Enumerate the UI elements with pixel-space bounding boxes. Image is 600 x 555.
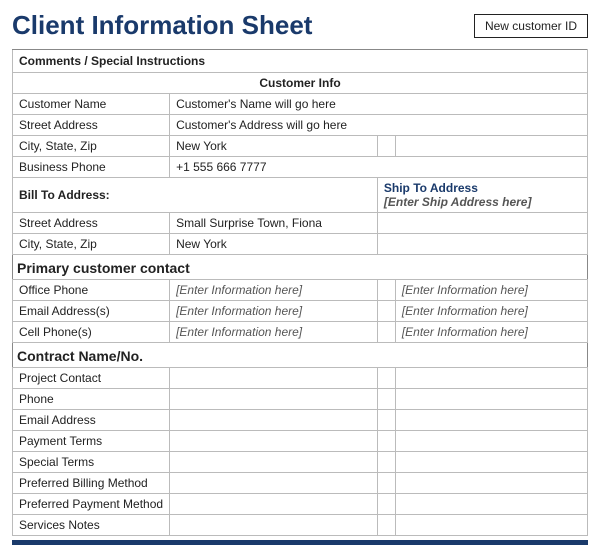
services-notes-val2: [377, 515, 395, 536]
project-contact-val3: [395, 368, 587, 389]
page-title: Client Information Sheet: [12, 10, 312, 41]
business-phone-label: Business Phone: [13, 157, 170, 178]
phone-val1: [170, 389, 378, 410]
city-state-zip-value: New York: [170, 136, 378, 157]
bill-to-label: Bill To Address:: [13, 178, 378, 213]
email-mid: [377, 301, 395, 322]
project-contact-label: Project Contact: [13, 368, 170, 389]
page: Client Information Sheet New customer ID…: [0, 0, 600, 555]
street-address-label: Street Address: [13, 115, 170, 136]
office-phone-mid: [377, 280, 395, 301]
bill-city-value: New York: [170, 234, 378, 255]
preferred-billing-val3: [395, 473, 587, 494]
phone-row: Phone: [13, 389, 588, 410]
preferred-payment-val1: [170, 494, 378, 515]
office-phone-row: Office Phone [Enter Information here] [E…: [13, 280, 588, 301]
business-phone-row: Business Phone +1 555 666 7777: [13, 157, 588, 178]
email-address-val1: [170, 410, 378, 431]
email-col2: [Enter Information here]: [395, 301, 587, 322]
email-address-val3: [395, 410, 587, 431]
project-contact-val2: [377, 368, 395, 389]
street-address-row: Street Address Customer's Address will g…: [13, 115, 588, 136]
cell-phone-mid: [377, 322, 395, 343]
services-notes-val1: [170, 515, 378, 536]
cell-phone-col1: [Enter Information here]: [170, 322, 378, 343]
preferred-payment-val2: [377, 494, 395, 515]
bill-street-row: Street Address Small Surprise Town, Fion…: [13, 213, 588, 234]
preferred-payment-row: Preferred Payment Method: [13, 494, 588, 515]
bill-street-value: Small Surprise Town, Fiona: [170, 213, 378, 234]
email-col1: [Enter Information here]: [170, 301, 378, 322]
special-terms-row: Special Terms: [13, 452, 588, 473]
office-phone-label: Office Phone: [13, 280, 170, 301]
office-phone-col2: [Enter Information here]: [395, 280, 587, 301]
preferred-payment-val3: [395, 494, 587, 515]
city-state-zip-extra2: [395, 136, 587, 157]
cell-phone-row: Cell Phone(s) [Enter Information here] […: [13, 322, 588, 343]
city-state-zip-extra1: [377, 136, 395, 157]
email-address-val2: [377, 410, 395, 431]
city-state-zip-label: City, State, Zip: [13, 136, 170, 157]
payment-terms-val1: [170, 431, 378, 452]
preferred-payment-label: Preferred Payment Method: [13, 494, 170, 515]
street-address-value: Customer's Address will go here: [170, 115, 588, 136]
contract-title-row: Contract Name/No.: [13, 343, 588, 368]
preferred-billing-val2: [377, 473, 395, 494]
email-label: Email Address(s): [13, 301, 170, 322]
business-phone-value: +1 555 666 7777: [170, 157, 588, 178]
ship-to-label: Ship To Address [Enter Ship Address here…: [377, 178, 587, 213]
bill-street-extra: [377, 213, 587, 234]
preferred-billing-row: Preferred Billing Method: [13, 473, 588, 494]
special-terms-label: Special Terms: [13, 452, 170, 473]
email-address-row: Email Address: [13, 410, 588, 431]
customer-info-title: Customer Info: [13, 73, 588, 94]
new-customer-button[interactable]: New customer ID: [474, 14, 588, 38]
project-contact-row: Project Contact: [13, 368, 588, 389]
payment-terms-val2: [377, 431, 395, 452]
phone-val2: [377, 389, 395, 410]
comments-label: Comments / Special Instructions: [13, 50, 588, 73]
services-notes-row: Services Notes: [13, 515, 588, 536]
project-contact-val1: [170, 368, 378, 389]
cell-phone-col2: [Enter Information here]: [395, 322, 587, 343]
bill-city-row: City, State, Zip New York: [13, 234, 588, 255]
header: Client Information Sheet New customer ID: [12, 10, 588, 41]
phone-val3: [395, 389, 587, 410]
preferred-billing-val1: [170, 473, 378, 494]
customer-name-row: Customer Name Customer's Name will go he…: [13, 94, 588, 115]
email-row: Email Address(s) [Enter Information here…: [13, 301, 588, 322]
customer-info-header-row: Customer Info: [13, 73, 588, 94]
city-state-zip-row: City, State, Zip New York: [13, 136, 588, 157]
bill-street-label: Street Address: [13, 213, 170, 234]
ship-to-value: [Enter Ship Address here]: [384, 195, 532, 209]
bill-city-extra: [377, 234, 587, 255]
special-terms-val3: [395, 452, 587, 473]
bill-ship-header-row: Bill To Address: Ship To Address [Enter …: [13, 178, 588, 213]
bill-city-label: City, State, Zip: [13, 234, 170, 255]
contract-title: Contract Name/No.: [13, 343, 588, 368]
preferred-billing-label: Preferred Billing Method: [13, 473, 170, 494]
comments-row: Comments / Special Instructions: [13, 50, 588, 73]
special-terms-val1: [170, 452, 378, 473]
customer-name-value: Customer's Name will go here: [170, 94, 588, 115]
primary-contact-title-row: Primary customer contact: [13, 255, 588, 280]
bottom-bar: [12, 540, 588, 545]
special-terms-val2: [377, 452, 395, 473]
services-notes-label: Services Notes: [13, 515, 170, 536]
payment-terms-row: Payment Terms: [13, 431, 588, 452]
primary-contact-title: Primary customer contact: [13, 255, 588, 280]
payment-terms-val3: [395, 431, 587, 452]
customer-name-label: Customer Name: [13, 94, 170, 115]
services-notes-val3: [395, 515, 587, 536]
main-table: Comments / Special Instructions Customer…: [12, 49, 588, 536]
phone-label: Phone: [13, 389, 170, 410]
office-phone-col1: [Enter Information here]: [170, 280, 378, 301]
payment-terms-label: Payment Terms: [13, 431, 170, 452]
cell-phone-label: Cell Phone(s): [13, 322, 170, 343]
email-address-label: Email Address: [13, 410, 170, 431]
